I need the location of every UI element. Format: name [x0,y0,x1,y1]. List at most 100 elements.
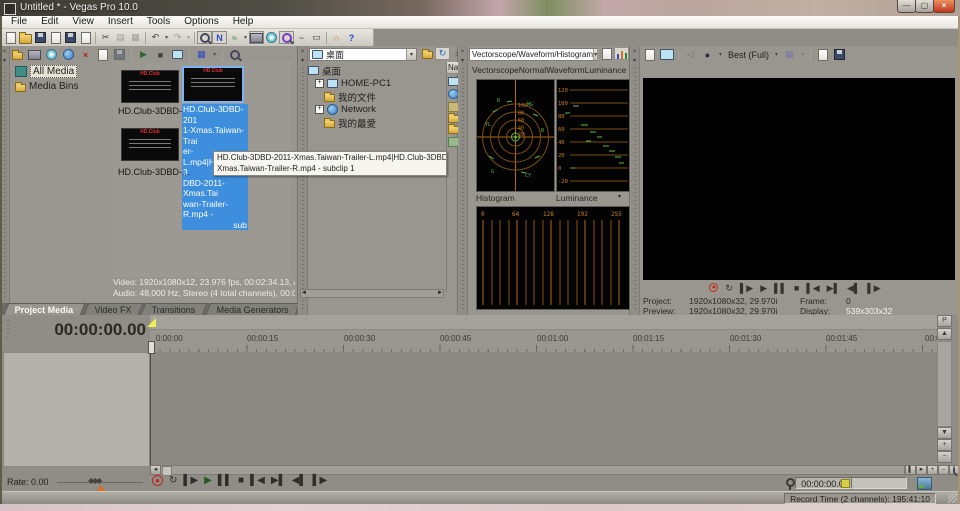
timeline-ruler[interactable]: 0:00:00 00:00:15 00:00:30 00:00:45 00:01… [150,315,937,353]
go-to-start-button[interactable]: ▌◀ [250,475,265,486]
views-dropdown[interactable]: ▾ [211,51,218,58]
lock-envelopes-button[interactable] [249,31,264,44]
stop-button[interactable]: ■ [794,283,799,294]
overlays-dropdown[interactable]: ▾ [799,51,806,58]
import-media-button[interactable] [63,31,78,45]
redo-dropdown[interactable]: ▾ [185,34,192,41]
zoom-in-vertical-button[interactable]: + [937,439,952,451]
media-thumbnail[interactable]: HD.Club [121,70,179,103]
stop-button[interactable]: ■ [238,475,244,486]
tab-transitions[interactable]: Transitions [141,303,208,315]
tab-vectorscope[interactable]: Vectorscope [472,65,519,75]
tree-item-all-media[interactable]: All Media [10,64,112,79]
expand-plus-icon[interactable]: + [315,105,324,114]
timeline-vscrollbar[interactable]: P ▲ ▼ + − [937,315,953,465]
panel-close-icon[interactable]: × [299,48,306,56]
tree-item-media-bins[interactable]: Media Bins [10,79,112,94]
quality-dropdown[interactable]: ▾ [773,51,780,58]
explorer-address-combo[interactable]: 桌面 ▾ [309,48,417,61]
hscroll-edge-button[interactable]: ▌ [905,465,916,475]
auto-ripple-dropdown[interactable]: ▾ [242,34,249,41]
vscroll-track[interactable] [937,341,952,427]
combo-dropdown-icon[interactable]: ▾ [593,49,597,60]
next-frame-button[interactable]: ▌▶ [312,475,327,486]
undo-dropdown[interactable]: ▾ [163,34,170,41]
pause-button[interactable]: ▌▌ [218,475,232,486]
redo-button[interactable]: ↷ [170,31,185,45]
explorer-hscrollbar[interactable]: ◄ ► [300,289,444,298]
close-button[interactable]: × [933,0,955,13]
timeline-time-display[interactable]: 00:00:00.00 [14,318,146,342]
scope-type-combo[interactable]: Vectorscope/Waveform/Histogram ▾ [469,48,597,61]
media-thumbnail[interactable]: HD.Club [121,128,179,161]
render-as-button[interactable] [78,31,93,45]
pause-button[interactable]: ▌▌ [774,283,787,294]
menu-file[interactable]: File [4,16,34,28]
scroll-right-button[interactable]: ► [916,465,927,475]
project-media-grip[interactable]: × ▾ [1,46,10,303]
expand-plus-icon[interactable]: + [315,79,324,88]
copy-snapshot-button[interactable] [815,48,830,62]
split-view-dropdown[interactable]: ▾ [717,51,724,58]
play-button[interactable]: ▶ [204,475,212,486]
menu-edit[interactable]: Edit [34,16,65,28]
views-button[interactable]: ▦ [194,48,209,62]
loop-playback-button[interactable]: ↻ [169,475,177,486]
marker-tag-icon[interactable] [841,479,850,488]
interactive-tutorials-button[interactable]: ∩ [329,31,344,45]
save-project-button[interactable] [33,31,48,45]
normal-edit-tool-button[interactable] [279,31,294,44]
refresh-button[interactable]: ↻ [435,47,450,60]
split-screen-view-button[interactable]: ● [700,48,715,62]
play-button[interactable]: ▶ [760,283,767,294]
whats-this-help-button[interactable]: ? [344,31,359,45]
paste-button[interactable]: ▦ [128,31,143,45]
new-project-button[interactable] [3,31,18,45]
save-snapshot-button[interactable] [832,48,847,62]
copy-button[interactable]: ▤ [113,31,128,45]
scroll-up-button[interactable]: ▲ [937,328,952,340]
zoom-out-vertical-button[interactable]: − [937,451,952,463]
panel-close-icon[interactable]: × [1,48,8,56]
loop-playback-button[interactable]: ↻ [725,283,733,294]
get-media-web-button[interactable] [61,48,76,62]
tree-item-home-pc1[interactable]: + HOME-PC1 [308,77,444,90]
menu-tools[interactable]: Tools [140,16,177,28]
envelope-tool-button[interactable]: ~ [294,31,309,45]
name-column-header[interactable]: Na [447,62,458,74]
panel-expand-icon[interactable]: ▾ [299,57,306,65]
open-project-button[interactable] [18,31,33,45]
tab-video-fx[interactable]: Video FX [83,303,143,315]
import-media-button[interactable] [10,48,25,62]
tree-item-my-documents[interactable]: 我的文件 [308,90,444,103]
pin-timeline-button[interactable]: P [937,315,952,327]
split-screen-audio-button[interactable]: ◁ [683,48,698,62]
auto-preview-button[interactable] [170,48,185,62]
histogram-mode-select[interactable]: Luminance [556,193,598,203]
minimize-button[interactable]: — [897,0,916,13]
project-properties-button[interactable] [48,31,63,45]
media-properties-button[interactable] [95,48,110,62]
scopes-grip[interactable]: × ▾ [459,46,468,315]
combo-dropdown-icon[interactable]: ▾ [406,49,416,60]
preview-quality-select[interactable]: Best (Full) [726,50,771,60]
undo-button[interactable]: ↶ [148,31,163,45]
selection-length-field[interactable] [851,477,907,489]
explorer-grip[interactable]: × ▾ [299,46,308,315]
auto-ripple-button[interactable]: ≈ [227,31,242,45]
auto-crossfades-button[interactable]: N [212,31,227,44]
scroll-down-button[interactable]: ▼ [937,427,952,439]
scroll-right-icon[interactable]: ► [437,290,443,297]
preview-grip[interactable]: × ▾ [631,46,640,315]
scope-settings-button[interactable] [599,47,614,61]
tab-luminance[interactable]: Luminance [585,65,627,75]
extract-audio-button[interactable] [44,48,59,62]
panel-expand-icon[interactable]: ▾ [459,57,466,65]
resize-grip[interactable] [948,494,957,503]
menu-view[interactable]: View [65,16,101,28]
play-from-start-button[interactable]: ▌▶ [183,475,198,486]
tree-item-desktop[interactable]: 桌面 [308,64,444,77]
timeline-grip[interactable] [5,318,12,344]
previous-frame-button[interactable]: ◀▌ [292,475,307,486]
external-monitor-button[interactable] [659,48,674,62]
